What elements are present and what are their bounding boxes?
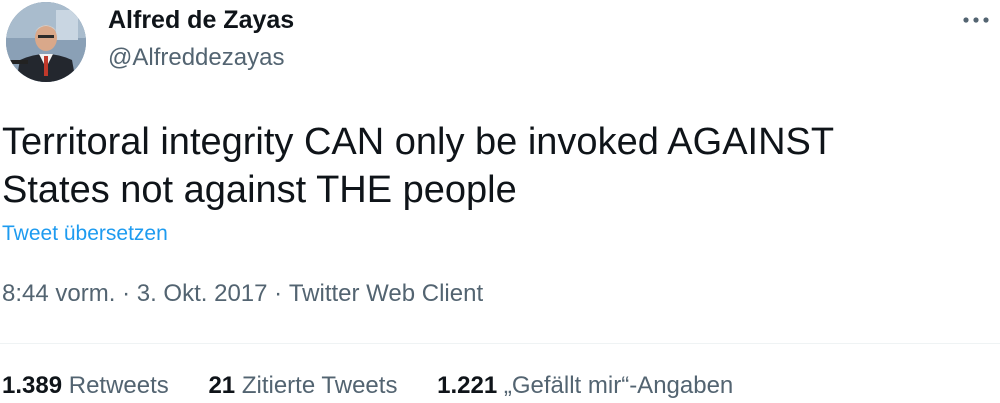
author-handle[interactable]: @Alfreddezayas xyxy=(108,44,284,72)
author-name[interactable]: Alfred de Zayas xyxy=(108,6,294,35)
profile-photo xyxy=(6,2,86,82)
tweet-text: Territoral integrity CAN only be invoked… xyxy=(2,118,992,214)
quote-tweets-label: Zitierte Tweets xyxy=(241,372,398,399)
retweets-count: 1.389 xyxy=(2,372,63,399)
tweet-meta: 8:44 vorm. · 3. Okt. 2017 · Twitter Web … xyxy=(2,280,483,308)
likes-count: 1.221 xyxy=(437,372,498,399)
quote-tweets-count: 21 xyxy=(208,372,236,399)
more-options-button[interactable] xyxy=(958,6,994,34)
more-horizontal-icon xyxy=(963,17,989,23)
divider xyxy=(0,343,1000,344)
avatar[interactable] xyxy=(6,2,86,82)
tweet-client[interactable]: Twitter Web Client xyxy=(289,280,483,308)
tweet-stats: 1.389 Retweets 21 Zitierte Tweets 1.221 … xyxy=(2,372,766,400)
meta-separator: · xyxy=(122,280,131,307)
likes-label: „Gefällt mir“-Angaben xyxy=(503,372,734,399)
retweets-stat[interactable]: 1.389 Retweets xyxy=(2,372,169,400)
meta-separator: · xyxy=(274,280,283,307)
tweet-text-line: Territoral integrity CAN only be invoked… xyxy=(2,121,835,163)
tweet-time[interactable]: 8:44 vorm. xyxy=(2,280,115,308)
likes-stat[interactable]: 1.221 „Gefällt mir“-Angaben xyxy=(437,372,733,400)
tweet-date[interactable]: 3. Okt. 2017 xyxy=(137,280,268,308)
retweets-label: Retweets xyxy=(68,372,169,399)
translate-tweet-link[interactable]: Tweet übersetzen xyxy=(2,222,168,246)
tweet-text-line: States not against THE people xyxy=(2,169,517,211)
quote-tweets-stat[interactable]: 21 Zitierte Tweets xyxy=(208,372,397,400)
